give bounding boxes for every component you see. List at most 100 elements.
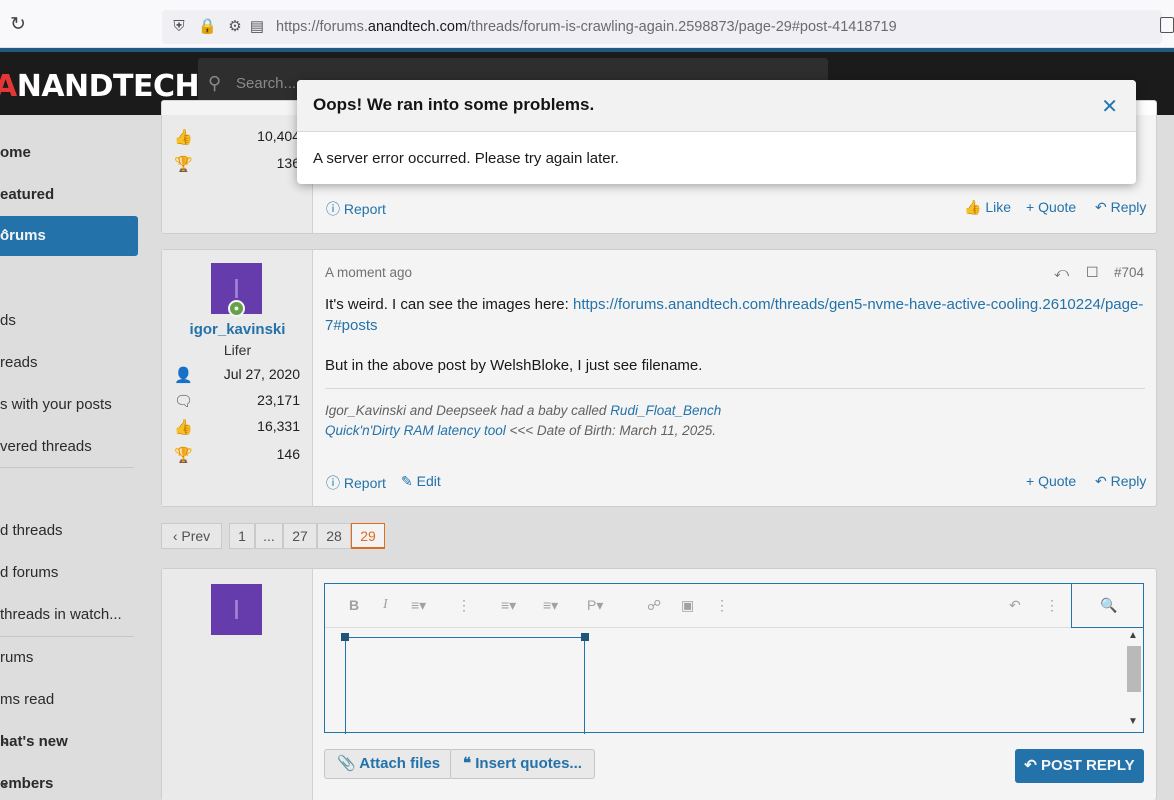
reader-view-icon[interactable] xyxy=(1160,17,1174,33)
lock-icon[interactable]: 🔒 xyxy=(198,18,217,36)
user-title: Lifer xyxy=(223,342,252,358)
sidebar-item-forums[interactable]: orums ⌃ xyxy=(0,216,138,256)
sidebar-item-whats-new[interactable]: hat's new ⌄ xyxy=(0,722,138,762)
like-label: Like xyxy=(985,199,1012,215)
signature-link[interactable]: Rudi_Float_Bench xyxy=(610,403,721,418)
more-options-icon[interactable]: ⋮ xyxy=(457,597,471,614)
undo-icon[interactable]: ↶ xyxy=(1009,597,1021,614)
attach-files-button[interactable]: 📎 Attach files xyxy=(324,749,454,779)
paragraph-icon[interactable]: P▾ xyxy=(587,597,603,614)
pagination-page[interactable]: 27 xyxy=(283,523,317,549)
post-704: I ● igor_kavinski Lifer 👤 Jul 27, 2020 🗨 2… xyxy=(161,249,1157,507)
plus-icon: + xyxy=(1026,473,1039,489)
stat-value: 16,331 xyxy=(257,418,300,434)
sidebar-item-label: rums xyxy=(0,649,34,666)
post-time[interactable]: A moment ago xyxy=(325,265,412,280)
trophy-icon: 🏆 xyxy=(174,447,193,464)
reply-user-column: I xyxy=(162,569,313,800)
share-icon[interactable]: ⤺ xyxy=(1054,264,1069,281)
quote-link[interactable]: + Quote xyxy=(1026,199,1076,215)
thumbs-up-icon: 👍 xyxy=(174,419,193,436)
stat-messages: 🗨 23,171 xyxy=(174,392,300,410)
scroll-down-icon[interactable]: ▼ xyxy=(1128,716,1138,727)
report-link[interactable]: ⓘ Report xyxy=(326,199,386,219)
avatar[interactable]: I xyxy=(211,584,262,635)
signature: Igor_Kavinski and Deepseek had a baby ca… xyxy=(325,401,721,420)
scroll-up-icon[interactable]: ▲ xyxy=(1128,630,1138,641)
username-link[interactable]: igor_kavinski xyxy=(162,321,313,338)
sidebar-item-label: eatured xyxy=(0,186,55,203)
chevron-up-icon[interactable]: ⌃ xyxy=(0,227,122,241)
logo-rest: NANDTECH xyxy=(16,69,200,104)
chevron-down-icon[interactable]: ⌄ xyxy=(0,775,122,789)
url-text[interactable]: https://forums.anandtech.com/threads/for… xyxy=(276,19,897,35)
stat-reactions: 👍 16,331 xyxy=(174,418,300,436)
thumbs-up-icon: 👍 xyxy=(174,129,193,146)
pagination-page[interactable]: 28 xyxy=(317,523,351,549)
sidebar-item-unread-threads[interactable]: reads xyxy=(0,343,138,383)
sidebar-item-new-posts[interactable]: ds xyxy=(0,301,138,341)
bold-icon[interactable]: B xyxy=(349,597,359,613)
reply-link[interactable]: ↶ Reply xyxy=(1095,199,1146,216)
editor-scrollbar[interactable]: ▲ ▼ xyxy=(1125,630,1141,730)
post-text: It's weird. I can see the images here: xyxy=(325,296,573,313)
signature-text: Igor_Kavinski and Deepseek had a baby ca… xyxy=(325,403,611,418)
sidebar-item-watched-threads[interactable]: d threads xyxy=(0,511,138,551)
reply-link[interactable]: ↶ Reply xyxy=(1095,473,1146,490)
align-icon[interactable]: ≡▾ xyxy=(543,597,558,614)
pagination-prev[interactable]: ‹ Prev xyxy=(161,523,222,549)
more-options-icon[interactable]: ⋮ xyxy=(715,597,729,614)
report-link[interactable]: ⓘ Report xyxy=(326,473,386,493)
pagination-ellipsis[interactable]: ... xyxy=(255,523,283,549)
sidebar-item-featured[interactable]: eatured xyxy=(0,175,138,215)
quote-icon: ❝ xyxy=(463,755,476,772)
list-icon[interactable]: ≡▾ xyxy=(501,597,516,614)
image-placeholder[interactable] xyxy=(345,637,585,734)
reply-icon: ↶ xyxy=(1095,473,1111,489)
site-logo[interactable]: ANANDTECH xyxy=(0,69,200,104)
permissions-icon[interactable]: ⚙ xyxy=(226,18,244,36)
image-icon[interactable]: ▣ xyxy=(681,597,694,614)
text-options-icon[interactable]: ≡▾ xyxy=(411,597,426,614)
scrollbar-thumb[interactable] xyxy=(1127,646,1141,692)
italic-icon[interactable]: I xyxy=(383,597,388,613)
resize-handle[interactable] xyxy=(581,633,589,641)
notifications-blocked-icon[interactable]: ▤ xyxy=(248,18,266,36)
quote-link[interactable]: + Quote xyxy=(1026,473,1076,489)
sidebar-item-threads-with-your-posts[interactable]: s with your posts xyxy=(0,385,138,425)
search-placeholder: Search... xyxy=(236,75,297,92)
post-number[interactable]: #704 xyxy=(1114,265,1144,280)
preview-button[interactable]: 🔍 xyxy=(1071,584,1143,628)
insert-quotes-button[interactable]: ❝ Insert quotes... xyxy=(450,749,595,779)
address-bar[interactable]: ⛨ 🔒 ⚙ ▤ https://forums.anandtech.com/thr… xyxy=(162,10,1162,44)
sidebar-item-search-forums[interactable]: rums xyxy=(0,638,138,678)
reply-icon: ↶ xyxy=(1024,757,1042,774)
shield-icon[interactable]: ⛨ xyxy=(170,18,188,36)
close-icon[interactable]: ✕ xyxy=(1101,94,1118,119)
reply-editor[interactable]: B I ≡▾ ⋮ ≡▾ ≡▾ P▾ ☍ ▣ ⋮ ↶ ⋮ 🔍 ▲ ▼ xyxy=(324,583,1144,734)
more-options-icon[interactable]: ⋮ xyxy=(1045,597,1059,614)
chevron-down-icon[interactable]: ⌄ xyxy=(0,733,122,747)
sidebar-item-watched-forums[interactable]: d forums xyxy=(0,553,138,593)
sidebar-item-unanswered-threads[interactable]: vered threads xyxy=(0,427,138,467)
bookmark-icon[interactable]: ☐ xyxy=(1086,264,1099,281)
like-link[interactable]: 👍 Like xyxy=(964,199,1011,216)
link-icon[interactable]: ☍ xyxy=(647,597,661,614)
resize-handle[interactable] xyxy=(341,633,349,641)
sidebar-item-mark-forums-read[interactable]: ms read xyxy=(0,680,138,720)
error-dialog-title: Oops! We ran into some problems. xyxy=(313,95,595,114)
signature-link[interactable]: Quick'n'Dirty RAM latency tool xyxy=(325,423,506,438)
sidebar-item-label: ms read xyxy=(0,691,55,708)
post-body: It's weird. I can see the images here: h… xyxy=(325,294,1145,336)
pagination-current-page[interactable]: 29 xyxy=(351,523,385,549)
sidebar-item-label: threads in watch... xyxy=(0,606,122,623)
preview-icon: 🔍 xyxy=(1100,597,1118,613)
edit-link[interactable]: ✎ Edit xyxy=(401,473,441,490)
sidebar-item-home[interactable]: ome xyxy=(0,133,138,173)
reload-icon[interactable]: ↻ xyxy=(10,15,30,35)
pagination-page[interactable]: 1 xyxy=(229,523,255,549)
online-status-icon: ● xyxy=(228,300,245,317)
sidebar-item-members[interactable]: embers ⌄ xyxy=(0,764,138,800)
post-reply-button[interactable]: ↶ POST REPLY xyxy=(1015,749,1144,783)
sidebar-item-unread-threads-watched[interactable]: threads in watch... xyxy=(0,595,138,635)
